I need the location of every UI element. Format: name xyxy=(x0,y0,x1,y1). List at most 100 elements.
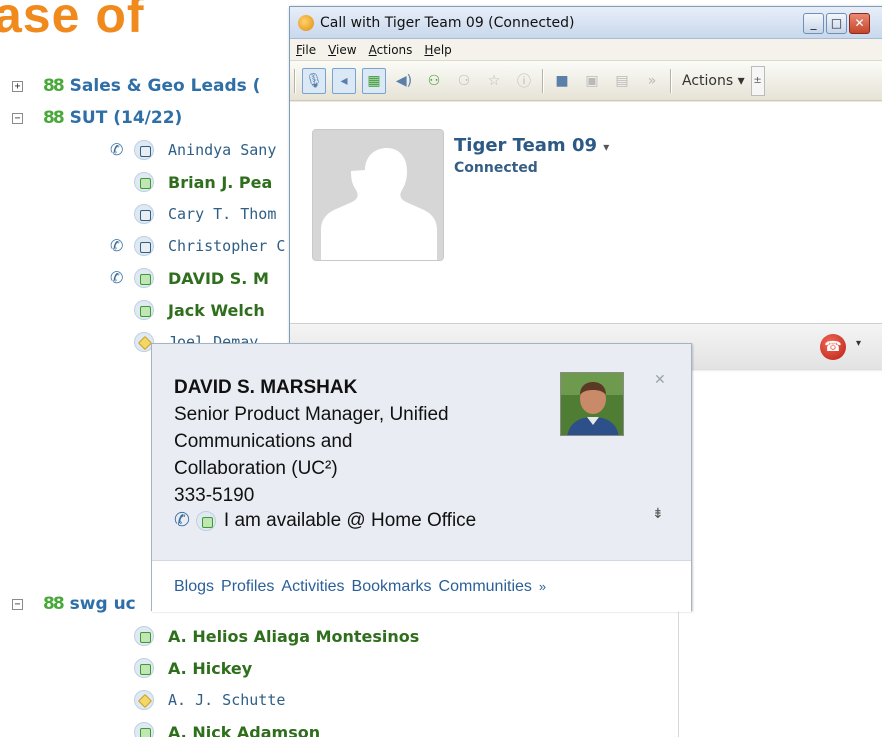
card-links: Blogs Profiles Activities Bookmarks Comm… xyxy=(152,560,691,612)
link-bookmarks[interactable]: Bookmarks xyxy=(352,578,432,596)
availability-text: I am available @ Home Office xyxy=(223,509,477,531)
menu-help[interactable]: Help xyxy=(424,43,451,57)
contact-row[interactable]: ✆ Christopher C xyxy=(110,233,286,259)
offline-status-icon xyxy=(134,204,154,224)
actions-label: Actions xyxy=(682,72,734,89)
away-status-icon xyxy=(134,690,154,710)
menu-file[interactable]: File xyxy=(296,43,316,57)
screen-share-icon[interactable]: ▣ xyxy=(580,68,604,94)
available-status-icon xyxy=(134,722,154,737)
phone-icon: ✆ xyxy=(110,140,124,159)
phone-icon: ✆ xyxy=(110,268,124,287)
contact-name: A. J. Schutte xyxy=(168,691,286,709)
card-job-title-line2: Communications and xyxy=(174,431,353,452)
sametime-app-icon xyxy=(298,14,314,31)
collapse-toggle[interactable]: − xyxy=(12,112,23,124)
dropdown-arrow-icon[interactable]: ▾ xyxy=(603,140,609,154)
group-label: SUT (14/22) xyxy=(69,108,183,128)
menu-bar: File View Actions Help xyxy=(290,39,882,61)
group-icon: 88 xyxy=(43,108,65,128)
toolbar-separator xyxy=(294,68,296,93)
contact-name: Cary T. Thom xyxy=(168,205,277,223)
speaker-volume-icon[interactable]: ◂ xyxy=(332,67,356,94)
phone-icon: ✆ xyxy=(110,236,124,255)
contact-row[interactable]: ✆ Anindya Sany xyxy=(110,137,277,163)
minimize-button[interactable]: _ xyxy=(803,13,824,34)
toolbar-scroll-button[interactable]: ± xyxy=(750,65,765,96)
group-label: Sales & Geo Leads ( xyxy=(69,76,261,96)
video-icon[interactable]: ■ xyxy=(550,68,574,94)
available-status-icon xyxy=(134,626,154,646)
profile-photo xyxy=(560,372,624,436)
group-icon: 88 xyxy=(43,76,65,96)
slide-title: ase of xyxy=(0,0,145,43)
actions-menu-button[interactable]: Actions ▾ xyxy=(682,73,745,89)
contact-name: Christopher C xyxy=(168,237,286,255)
add-participant-icon[interactable]: ⚇ xyxy=(422,68,446,94)
more-links-chevron-icon[interactable]: » xyxy=(539,579,546,594)
keypad-icon[interactable]: ▦ xyxy=(362,67,386,94)
business-card-popup: DAVID S. MARSHAK Senior Product Manager,… xyxy=(151,343,692,612)
avatar xyxy=(312,129,444,261)
group-label: swg uc xyxy=(69,594,136,614)
invite-icon[interactable]: ☆ xyxy=(482,68,506,94)
contact-name: A. Nick Adamson xyxy=(168,722,321,737)
contact-row[interactable]: A. Helios Aliaga Montesinos xyxy=(134,623,419,649)
group-sales-geo-leads[interactable]: + 88 Sales & Geo Leads ( xyxy=(12,73,260,99)
title-bar[interactable]: Call with Tiger Team 09 (Connected) _ □ … xyxy=(290,7,882,39)
card-availability: ✆ I am available @ Home Office xyxy=(174,509,476,532)
hangup-button[interactable]: ☎ xyxy=(820,334,846,360)
menu-view[interactable]: View xyxy=(328,43,356,57)
contact-row[interactable]: Brian J. Pea xyxy=(134,169,272,195)
contact-row[interactable]: A. Nick Adamson xyxy=(134,719,320,737)
expand-card-icon[interactable]: ⇟ xyxy=(652,506,664,522)
contact-name: Jack Welch xyxy=(168,300,265,320)
maximize-button[interactable]: □ xyxy=(826,13,847,34)
card-name: DAVID S. MARSHAK xyxy=(174,377,358,398)
link-activities[interactable]: Activities xyxy=(281,578,344,596)
contact-name: Brian J. Pea xyxy=(168,172,273,192)
contact-name: A. Hickey xyxy=(168,658,253,678)
available-status-icon xyxy=(134,300,154,320)
contact-row[interactable]: A. Hickey xyxy=(134,655,252,681)
collapse-toggle[interactable]: − xyxy=(12,598,23,610)
microphone-icon[interactable]: 🎙 xyxy=(302,67,326,94)
contact-row[interactable]: Jack Welch xyxy=(134,297,265,323)
call-contact-name-text: Tiger Team 09 xyxy=(454,135,597,156)
close-button[interactable]: ✕ xyxy=(849,13,870,34)
offline-status-icon xyxy=(134,236,154,256)
card-phone[interactable]: 333-5190 xyxy=(174,482,449,509)
hangup-dropdown-icon[interactable]: ▾ xyxy=(856,338,861,349)
contact-name: DAVID S. M xyxy=(168,268,269,288)
contact-row[interactable]: ✆ DAVID S. M xyxy=(110,265,269,291)
chat-icon[interactable]: ⚆ xyxy=(452,68,476,94)
link-communities[interactable]: Communities xyxy=(439,578,532,596)
link-blogs[interactable]: Blogs xyxy=(174,578,214,596)
phone-icon: ✆ xyxy=(174,510,190,531)
whiteboard-icon[interactable]: ▤ xyxy=(610,68,634,94)
info-icon[interactable]: ⓘ xyxy=(512,68,536,94)
person-photo-icon xyxy=(561,373,623,435)
toolbar-separator xyxy=(542,68,544,93)
group-sut[interactable]: − 88 SUT (14/22) xyxy=(12,105,182,131)
contact-row[interactable]: A. J. Schutte xyxy=(134,687,285,713)
menu-actions[interactable]: Actions xyxy=(369,43,413,57)
group-swg-uc[interactable]: − 88 swg uc xyxy=(12,591,136,617)
expand-toggle[interactable]: + xyxy=(12,80,23,92)
speaker-icon[interactable]: ◀) xyxy=(392,68,416,94)
person-silhouette-icon xyxy=(313,130,443,260)
call-status: Connected xyxy=(454,160,538,176)
contact-name: Anindya Sany xyxy=(168,141,277,159)
link-profiles[interactable]: Profiles xyxy=(221,578,274,596)
offline-status-icon xyxy=(134,140,154,160)
toolbar-separator xyxy=(670,68,672,93)
call-contact-name[interactable]: Tiger Team 09 ▾ xyxy=(454,135,609,156)
overflow-chevron-icon[interactable]: » xyxy=(640,68,664,94)
card-job-title-line1: Senior Product Manager, Unified xyxy=(174,404,449,425)
contact-name: A. Helios Aliaga Montesinos xyxy=(168,626,420,646)
contact-row[interactable]: Cary T. Thom xyxy=(134,201,276,227)
available-status-icon xyxy=(195,510,216,531)
close-card-icon[interactable]: ✕ xyxy=(654,372,666,388)
call-content: Tiger Team 09 ▾ Connected xyxy=(290,102,882,323)
available-status-icon xyxy=(134,172,154,192)
